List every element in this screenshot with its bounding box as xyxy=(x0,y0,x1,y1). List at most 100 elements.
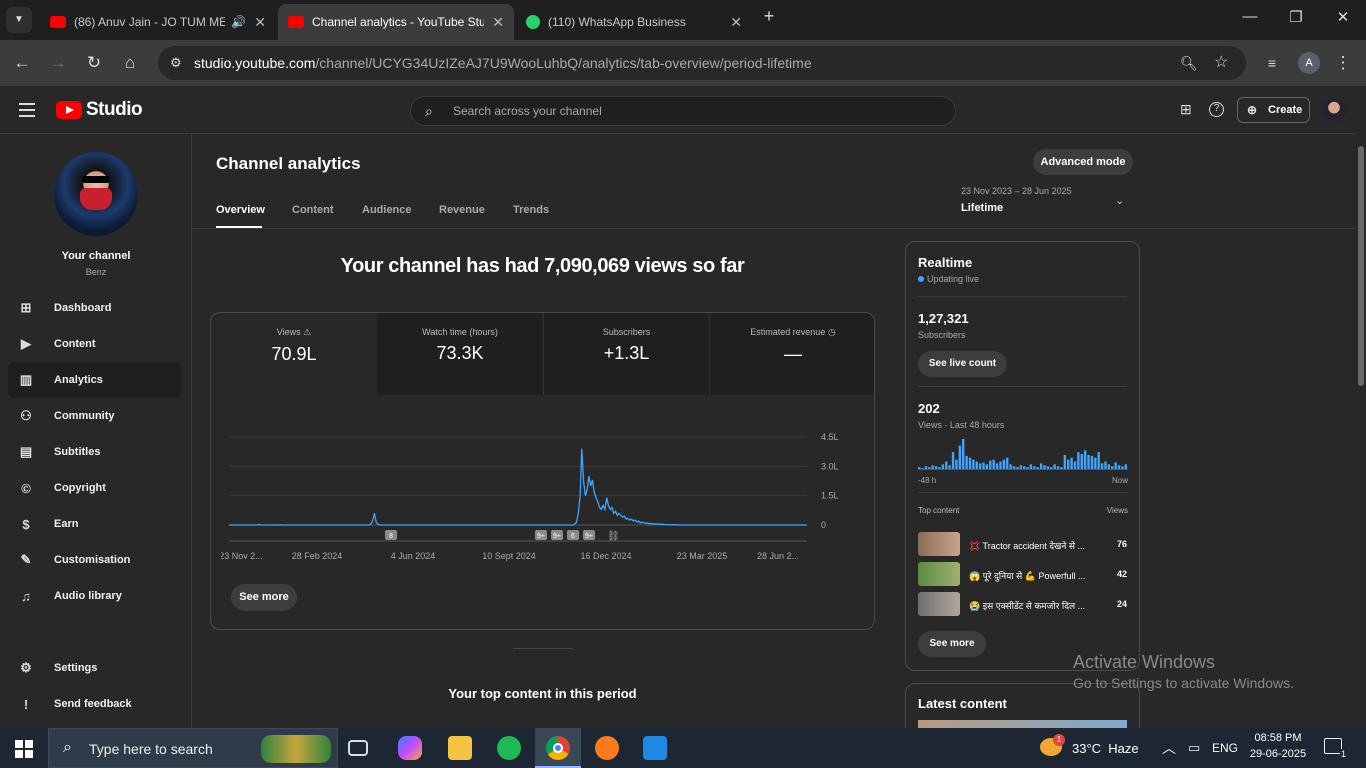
realtime-bar[interactable] xyxy=(962,439,965,469)
metric-watch-time[interactable]: Watch time (hours) 73.3K xyxy=(377,313,543,395)
copilot-icon[interactable] xyxy=(398,736,422,760)
realtime-bar[interactable] xyxy=(1077,452,1080,470)
profile-avatar[interactable]: A xyxy=(1298,52,1320,74)
sidebar-item-customisation[interactable]: ✎ Customisation xyxy=(8,542,182,578)
subtitles-add-icon[interactable]: ⊞ xyxy=(1180,101,1192,118)
metric-estimated-revenue[interactable]: Estimated revenue ◷ — xyxy=(709,313,874,395)
realtime-bar[interactable] xyxy=(931,465,934,469)
views-line-chart[interactable]: 0 1.5L 3.0L 4.5L 8 9+ 9+ 6 9+ ⛓ 23 Nov 2... 28 Feb … xyxy=(221,419,861,589)
fl-studio-icon[interactable] xyxy=(595,736,619,760)
channel-avatar[interactable] xyxy=(54,152,138,236)
realtime-bar[interactable] xyxy=(921,468,924,469)
see-live-count-button[interactable]: See live count xyxy=(918,351,1007,377)
address-bar[interactable]: ⚙ studio.youtube.com/channel/UCYG34UzIZe… xyxy=(158,46,1246,80)
metric-subscribers[interactable]: Subscribers +1.3L xyxy=(543,313,709,395)
realtime-bar[interactable] xyxy=(918,467,921,470)
hamburger-menu-icon[interactable] xyxy=(19,103,35,117)
spotify-icon[interactable] xyxy=(497,736,521,760)
sync-app-icon[interactable] xyxy=(643,736,667,760)
metric-views[interactable]: Views ⚠ 70.9L xyxy=(211,313,377,395)
realtime-bar[interactable] xyxy=(1019,465,1022,469)
realtime-bar[interactable] xyxy=(1006,457,1009,469)
realtime-bar[interactable] xyxy=(1036,467,1039,470)
studio-logo[interactable]: Studio xyxy=(56,99,143,120)
advanced-mode-button[interactable]: Advanced mode xyxy=(1033,149,1133,175)
realtime-bar[interactable] xyxy=(1121,466,1124,469)
close-tab-icon[interactable]: ✕ xyxy=(254,14,266,31)
realtime-bar[interactable] xyxy=(1083,450,1087,469)
realtime-see-more-button[interactable]: See more xyxy=(918,631,986,657)
sidebar-item-analytics[interactable]: ▥ Analytics xyxy=(8,362,182,398)
realtime-bar[interactable] xyxy=(1090,455,1094,470)
realtime-bar[interactable] xyxy=(995,463,999,470)
realtime-bar[interactable] xyxy=(1029,464,1033,469)
close-tab-icon[interactable]: ✕ xyxy=(492,14,504,31)
realtime-bar[interactable] xyxy=(1067,459,1070,470)
network-icon[interactable]: ▭ xyxy=(1188,740,1200,756)
media-control-icon[interactable]: ≡ xyxy=(1261,52,1283,74)
list-item[interactable]: 💢 Tractor accident देखने से ... 76 xyxy=(906,532,1139,558)
realtime-bar[interactable] xyxy=(1053,464,1056,469)
reload-icon[interactable]: ↻ xyxy=(83,52,105,74)
realtime-bar[interactable] xyxy=(978,463,982,470)
realtime-bar[interactable] xyxy=(958,445,962,469)
realtime-bar[interactable] xyxy=(1080,454,1083,469)
file-explorer-icon[interactable] xyxy=(448,736,472,760)
realtime-bar[interactable] xyxy=(1107,464,1111,469)
realtime-bar[interactable] xyxy=(1097,452,1100,470)
realtime-bar[interactable] xyxy=(1104,461,1107,470)
realtime-bar[interactable] xyxy=(1016,467,1019,470)
realtime-bar[interactable] xyxy=(985,464,989,469)
sidebar-item-settings[interactable]: ⚙ Settings xyxy=(8,650,182,686)
scrollbar-thumb[interactable] xyxy=(1358,146,1364,386)
list-item[interactable]: 😭 इस एक्सीडेंट से कमजोर दिल ... 24 xyxy=(906,592,1139,618)
input-language[interactable]: ENG xyxy=(1212,741,1238,755)
minimize-button[interactable]: — xyxy=(1235,8,1265,25)
sidebar-item-earn[interactable]: $ Earn xyxy=(8,506,182,542)
sidebar-item-send-feedback[interactable]: ! Send feedback xyxy=(8,686,182,722)
realtime-bar[interactable] xyxy=(1111,466,1114,469)
realtime-bar[interactable] xyxy=(938,467,941,470)
speaker-icon[interactable]: 🔊 xyxy=(231,15,246,29)
home-icon[interactable]: ⌂ xyxy=(119,52,141,74)
realtime-bar[interactable] xyxy=(945,461,948,470)
browser-tab-analytics[interactable]: Channel analytics - YouTube Studio ✕ xyxy=(278,4,514,40)
browser-tab-music[interactable]: (86) Anuv Jain - JO TUM MERE HO 🔊 ✕ xyxy=(40,4,276,40)
forward-icon[interactable]: → xyxy=(47,52,69,74)
realtime-bar[interactable] xyxy=(1114,462,1117,469)
realtime-bar[interactable] xyxy=(1124,464,1127,469)
realtime-bar[interactable] xyxy=(1063,454,1067,469)
tab-revenue[interactable]: Revenue xyxy=(439,204,485,216)
realtime-bar[interactable] xyxy=(965,455,968,470)
sidebar-item-copyright[interactable]: © Copyright xyxy=(8,470,182,506)
bookmark-star-icon[interactable]: ☆ xyxy=(1214,46,1228,80)
notification-center-icon[interactable]: 1 xyxy=(1324,738,1347,759)
show-hidden-icons[interactable]: ︿ xyxy=(1162,738,1176,758)
site-settings-icon[interactable]: ⚙ xyxy=(170,46,182,80)
back-icon[interactable]: ← xyxy=(11,52,33,74)
tab-overview[interactable]: Overview xyxy=(216,204,265,216)
channel-search-input[interactable]: ⌕ Search across your channel xyxy=(410,96,956,126)
realtime-bar[interactable] xyxy=(1039,463,1043,470)
realtime-bar[interactable] xyxy=(968,457,972,469)
realtime-bar[interactable] xyxy=(1002,459,1006,470)
close-window-button[interactable]: ✕ xyxy=(1328,8,1358,26)
tab-content[interactable]: Content xyxy=(292,204,334,216)
weather-widget[interactable]: 1 33°C Haze xyxy=(1040,728,1150,768)
realtime-bar[interactable] xyxy=(975,461,978,470)
realtime-bar[interactable] xyxy=(934,466,938,469)
zoom-icon[interactable]: 🔍︎ xyxy=(1180,46,1198,80)
sidebar-item-community[interactable]: ⚇ Community xyxy=(8,398,182,434)
realtime-bar[interactable] xyxy=(992,459,995,470)
sidebar-item-content[interactable]: ▶ Content xyxy=(8,326,182,362)
close-tab-icon[interactable]: ✕ xyxy=(730,14,742,31)
tab-search-button[interactable]: ▼ xyxy=(6,7,32,33)
realtime-bar[interactable] xyxy=(1060,467,1063,470)
realtime-bar[interactable] xyxy=(1087,454,1090,469)
realtime-bar[interactable] xyxy=(1073,461,1077,470)
tab-trends[interactable]: Trends xyxy=(513,204,549,216)
realtime-views-bar-chart[interactable] xyxy=(918,438,1128,470)
realtime-bar[interactable] xyxy=(955,459,958,470)
task-view-icon[interactable] xyxy=(348,740,368,756)
realtime-bar[interactable] xyxy=(1056,466,1060,469)
